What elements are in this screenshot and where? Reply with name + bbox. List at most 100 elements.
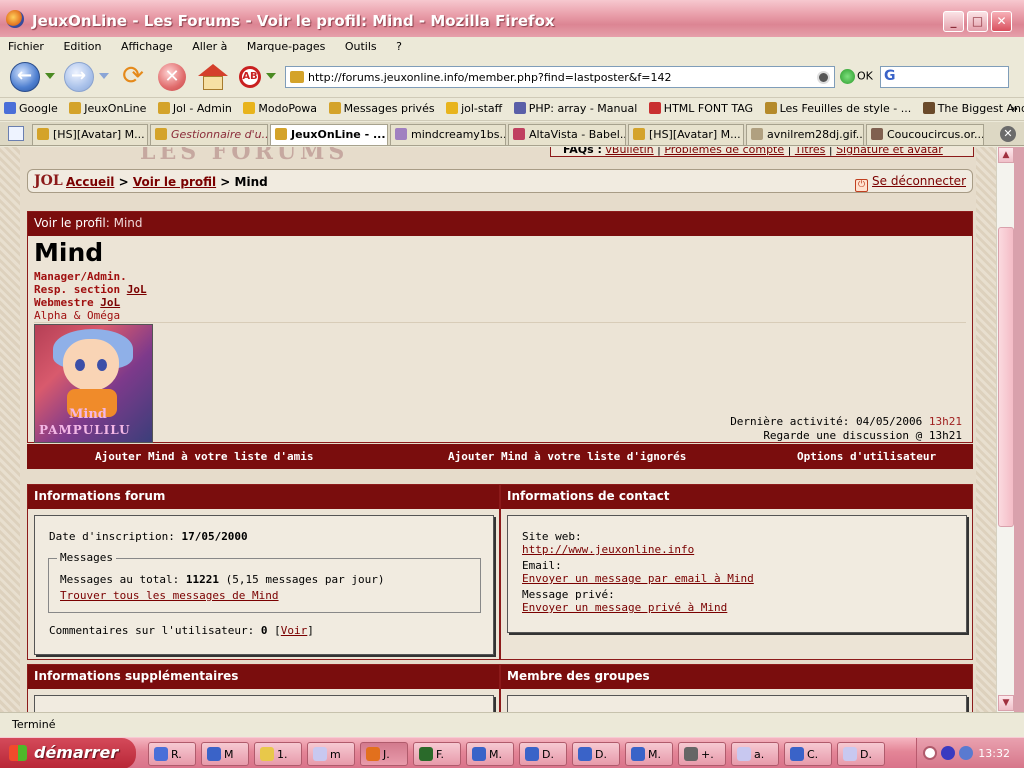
tab-label: [HS][Avatar] M... [53,128,145,141]
view-comments-link[interactable]: Voir [281,624,308,637]
menu-affichage[interactable]: Affichage [113,37,181,53]
close-window-button[interactable]: ✕ [991,11,1012,32]
go-button[interactable]: OK [840,69,873,84]
tab[interactable]: [HS][Avatar] M... [628,124,744,145]
tab[interactable]: avnilrem28dj.gif... [746,124,864,145]
bookmark-item[interactable]: Les Feuilles de style - ... [761,99,916,115]
website-link[interactable]: http://www.jeuxonline.info [522,543,694,556]
taskbar-button[interactable]: F. [413,742,461,766]
join-date: Date d'inscription: 17/05/2000 [49,530,248,543]
bookmark-item[interactable]: HTML FONT TAG [645,99,757,115]
bookmark-item[interactable]: jol-staff [442,99,506,115]
tab[interactable]: Gestionnaire d'u... [150,124,268,145]
address-bar[interactable]: http://forums.jeuxonline.info/member.php… [285,66,835,88]
tab-active[interactable]: JeuxOnLine - ... [270,124,388,145]
user-title-2-link[interactable]: JoL [127,283,147,296]
vertical-scrollbar[interactable]: ▲ ▼ [996,147,1014,712]
navigation-toolbar: ← → ⟳ ✕ AB http://forums.jeuxonline.info… [0,58,1024,98]
find-all-posts-link[interactable]: Trouver tous les messages de Mind [60,589,279,602]
bookmark-item[interactable]: Jol - Admin [154,99,236,115]
system-tray: 13:32 [916,738,1024,768]
bookmark-item[interactable]: ModoPowa [239,99,321,115]
bookmark-icon [157,102,170,114]
user-title-2: Resp. section JoL [34,283,147,296]
taskbar-button-active[interactable]: J. [360,742,408,766]
close-tab-icon[interactable]: ✕ [1000,126,1016,142]
address-url[interactable]: http://forums.jeuxonline.info/member.php… [308,71,671,84]
bookmark-item[interactable]: JeuxOnLine [65,99,150,115]
tab[interactable]: [HS][Avatar] M... [32,124,148,145]
user-options-link[interactable]: Options d'utilisateur [797,450,936,463]
menu-aller-a[interactable]: Aller à [184,37,235,53]
scroll-down-icon[interactable]: ▼ [998,695,1014,711]
taskbar-button[interactable]: D. [519,742,567,766]
tab[interactable]: mindcreamy1bs.... [390,124,506,145]
bookmark-item[interactable]: Messages privés [325,99,439,115]
divider [34,322,966,323]
send-email-link[interactable]: Envoyer un message par email à Mind [522,572,754,585]
bookmark-label: Messages privés [343,102,435,115]
send-pm-link[interactable]: Envoyer un message privé à Mind [522,601,727,614]
user-title-3-text: Webmestre [34,296,101,309]
scroll-up-icon[interactable]: ▲ [998,147,1014,163]
taskbar-button[interactable]: M [201,742,249,766]
reload-icon[interactable]: ⟳ [118,62,148,92]
back-history-dropdown[interactable] [45,73,55,79]
forward-history-dropdown[interactable] [99,73,109,79]
faq-link-vbulletin[interactable]: vBulletin [605,147,653,156]
taskbar-button[interactable]: +. [678,742,726,766]
menu-edition[interactable]: Edition [55,37,109,53]
bookmark-icon [69,102,82,114]
menu-marque-pages[interactable]: Marque-pages [239,37,333,53]
profile-box: Voir le profil: Mind Mind Manager/Admin.… [27,211,973,443]
maximize-button[interactable]: □ [967,11,988,32]
menu-fichier[interactable]: Fichier [0,37,52,53]
forum-info-inner: Date d'inscription: 17/05/2000 Messages … [34,515,494,655]
adblock-dropdown[interactable] [266,73,276,79]
taskbar-button[interactable]: R. [148,742,196,766]
tray-expand-icon[interactable] [923,746,937,760]
taskbar-button[interactable]: D. [837,742,885,766]
network-icon[interactable] [941,746,955,760]
messenger-icon[interactable] [959,746,973,760]
url-history-icon[interactable] [817,71,830,84]
adblock-icon[interactable]: AB [239,66,261,88]
home-icon[interactable] [198,62,228,92]
bookmark-item[interactable]: The Biggest And Best ... [919,99,1024,115]
status-text: Terminé [12,718,56,731]
taskbar-button[interactable]: 1. [254,742,302,766]
breadcrumb-home-link[interactable]: Accueil [66,175,114,189]
taskbar-button[interactable]: C. [784,742,832,766]
taskbar-button[interactable]: D. [572,742,620,766]
bookmark-item[interactable]: Google [0,99,62,115]
add-ignore-link[interactable]: Ajouter Mind à votre liste d'ignorés [448,450,686,463]
taskbar-button-label: M [224,748,234,761]
tab[interactable]: AltaVista - Babel... [508,124,626,145]
forward-button[interactable]: → [64,62,94,92]
tab[interactable]: Coucoucircus.or... [866,124,984,145]
menu-help[interactable]: ? [388,37,410,53]
user-title-3-link[interactable]: JoL [100,296,120,309]
tab-favicon-icon [37,128,49,140]
bookmarks-overflow-chevron-icon[interactable]: » [1011,102,1018,115]
back-button[interactable]: ← [10,62,40,92]
breadcrumb-profile-link[interactable]: Voir le profil [133,175,216,189]
taskbar-button[interactable]: m [307,742,355,766]
minimize-button[interactable]: _ [943,11,964,32]
faq-link-signature[interactable]: Signature et avatar [836,147,943,156]
logout-link[interactable]: ⏻ Se déconnecter [855,174,966,192]
menu-outils[interactable]: Outils [337,37,385,53]
start-button[interactable]: démarrer [0,738,136,768]
taskbar-button[interactable]: M. [625,742,673,766]
bookmark-item[interactable]: PHP: array - Manual [510,99,642,115]
add-friend-link[interactable]: Ajouter Mind à votre liste d'amis [95,450,314,463]
faq-link-titles[interactable]: Titres [795,147,826,156]
scroll-thumb[interactable] [998,227,1014,527]
search-box[interactable]: G [880,66,1009,88]
star-icon [446,102,459,114]
taskbar-button[interactable]: a. [731,742,779,766]
stop-icon[interactable]: ✕ [158,63,186,91]
faq-link-account[interactable]: Problèmes de compte [664,147,784,156]
taskbar-button[interactable]: M. [466,742,514,766]
tab-list-icon[interactable] [8,126,24,141]
